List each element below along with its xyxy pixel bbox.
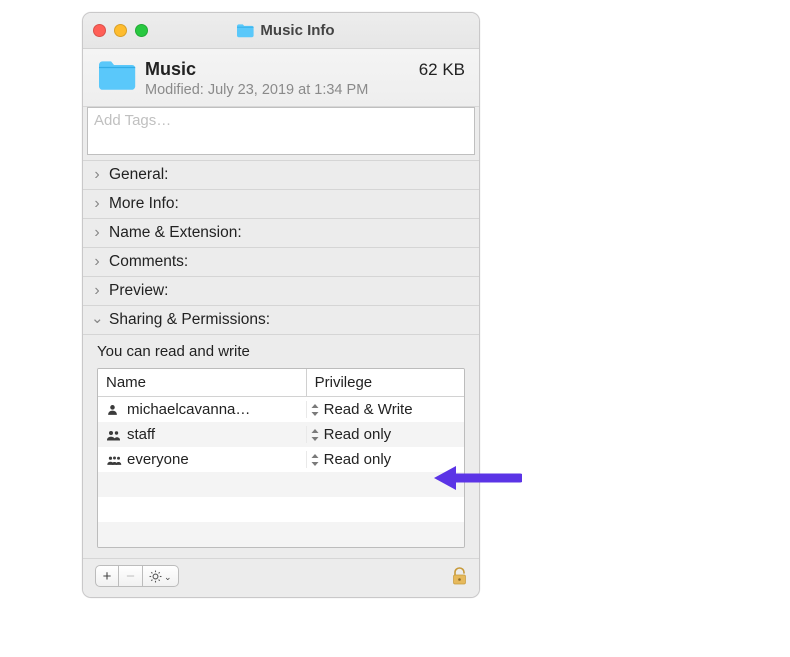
- section-label: Name & Extension:: [109, 224, 242, 242]
- minimize-button[interactable]: [114, 24, 127, 37]
- item-name: Music: [145, 59, 196, 80]
- user-icon: [106, 454, 120, 466]
- window-title: Music Info: [260, 22, 334, 39]
- table-row[interactable]: everyone Read only: [98, 447, 464, 472]
- chevron-down-icon: [91, 313, 103, 328]
- footer-toolbar: + − ⌄: [83, 558, 479, 597]
- sharing-note: You can read and write: [97, 343, 465, 360]
- section-label: Sharing & Permissions:: [109, 311, 270, 329]
- tags-field[interactable]: Add Tags…: [87, 107, 475, 155]
- column-header-privilege[interactable]: Privilege: [307, 369, 464, 396]
- table-row[interactable]: staff Read only: [98, 422, 464, 447]
- table-row: [98, 497, 464, 522]
- chevron-right-icon: [91, 254, 103, 270]
- chevron-right-icon: [91, 283, 103, 299]
- section-sharing-permissions[interactable]: Sharing & Permissions:: [83, 305, 479, 335]
- section-comments[interactable]: Comments:: [83, 247, 479, 277]
- chevron-down-icon: ⌄: [164, 572, 172, 583]
- section-general[interactable]: General:: [83, 160, 479, 190]
- gear-icon: [149, 570, 162, 583]
- section-label: Preview:: [109, 282, 168, 300]
- table-row: [98, 522, 464, 547]
- folder-icon: [97, 59, 137, 93]
- titlebar: Music Info: [83, 13, 479, 49]
- permissions-table: Name Privilege michaelcavanna… Read & Wri…: [97, 368, 465, 548]
- section-label: General:: [109, 166, 168, 184]
- section-name-extension[interactable]: Name & Extension:: [83, 218, 479, 248]
- table-row: [98, 472, 464, 497]
- sort-icon: [311, 429, 319, 441]
- lock-icon[interactable]: [452, 567, 467, 585]
- permission-privilege[interactable]: Read only: [324, 426, 392, 443]
- folder-icon: [236, 23, 254, 38]
- permission-privilege[interactable]: Read & Write: [324, 401, 413, 418]
- add-button[interactable]: +: [95, 565, 119, 587]
- section-label: Comments:: [109, 253, 188, 271]
- permission-name: staff: [127, 426, 155, 443]
- item-size: 62 KB: [419, 60, 465, 80]
- permission-name: michaelcavanna…: [127, 401, 250, 418]
- header: Music 62 KB Modified: July 23, 2019 at 1…: [83, 49, 479, 107]
- info-window: Music Info Music 62 KB Modified: July 23…: [82, 12, 480, 598]
- section-more-info[interactable]: More Info:: [83, 189, 479, 219]
- sharing-body: You can read and write Name Privilege mi…: [83, 335, 479, 558]
- section-preview[interactable]: Preview:: [83, 276, 479, 306]
- permission-name: everyone: [127, 451, 189, 468]
- sort-icon: [311, 454, 319, 466]
- user-icon: [106, 403, 120, 416]
- item-modified: Modified: July 23, 2019 at 1:34 PM: [145, 82, 465, 98]
- close-button[interactable]: [93, 24, 106, 37]
- action-menu-button[interactable]: ⌄: [143, 565, 179, 587]
- remove-button[interactable]: −: [119, 565, 143, 587]
- sort-icon: [311, 404, 319, 416]
- chevron-right-icon: [91, 196, 103, 212]
- chevron-right-icon: [91, 167, 103, 183]
- column-header-name[interactable]: Name: [98, 369, 307, 396]
- table-row[interactable]: michaelcavanna… Read & Write: [98, 397, 464, 422]
- chevron-right-icon: [91, 225, 103, 241]
- section-label: More Info:: [109, 195, 179, 213]
- tags-placeholder: Add Tags…: [94, 112, 171, 129]
- user-icon: [106, 429, 120, 441]
- permission-privilege[interactable]: Read only: [324, 451, 392, 468]
